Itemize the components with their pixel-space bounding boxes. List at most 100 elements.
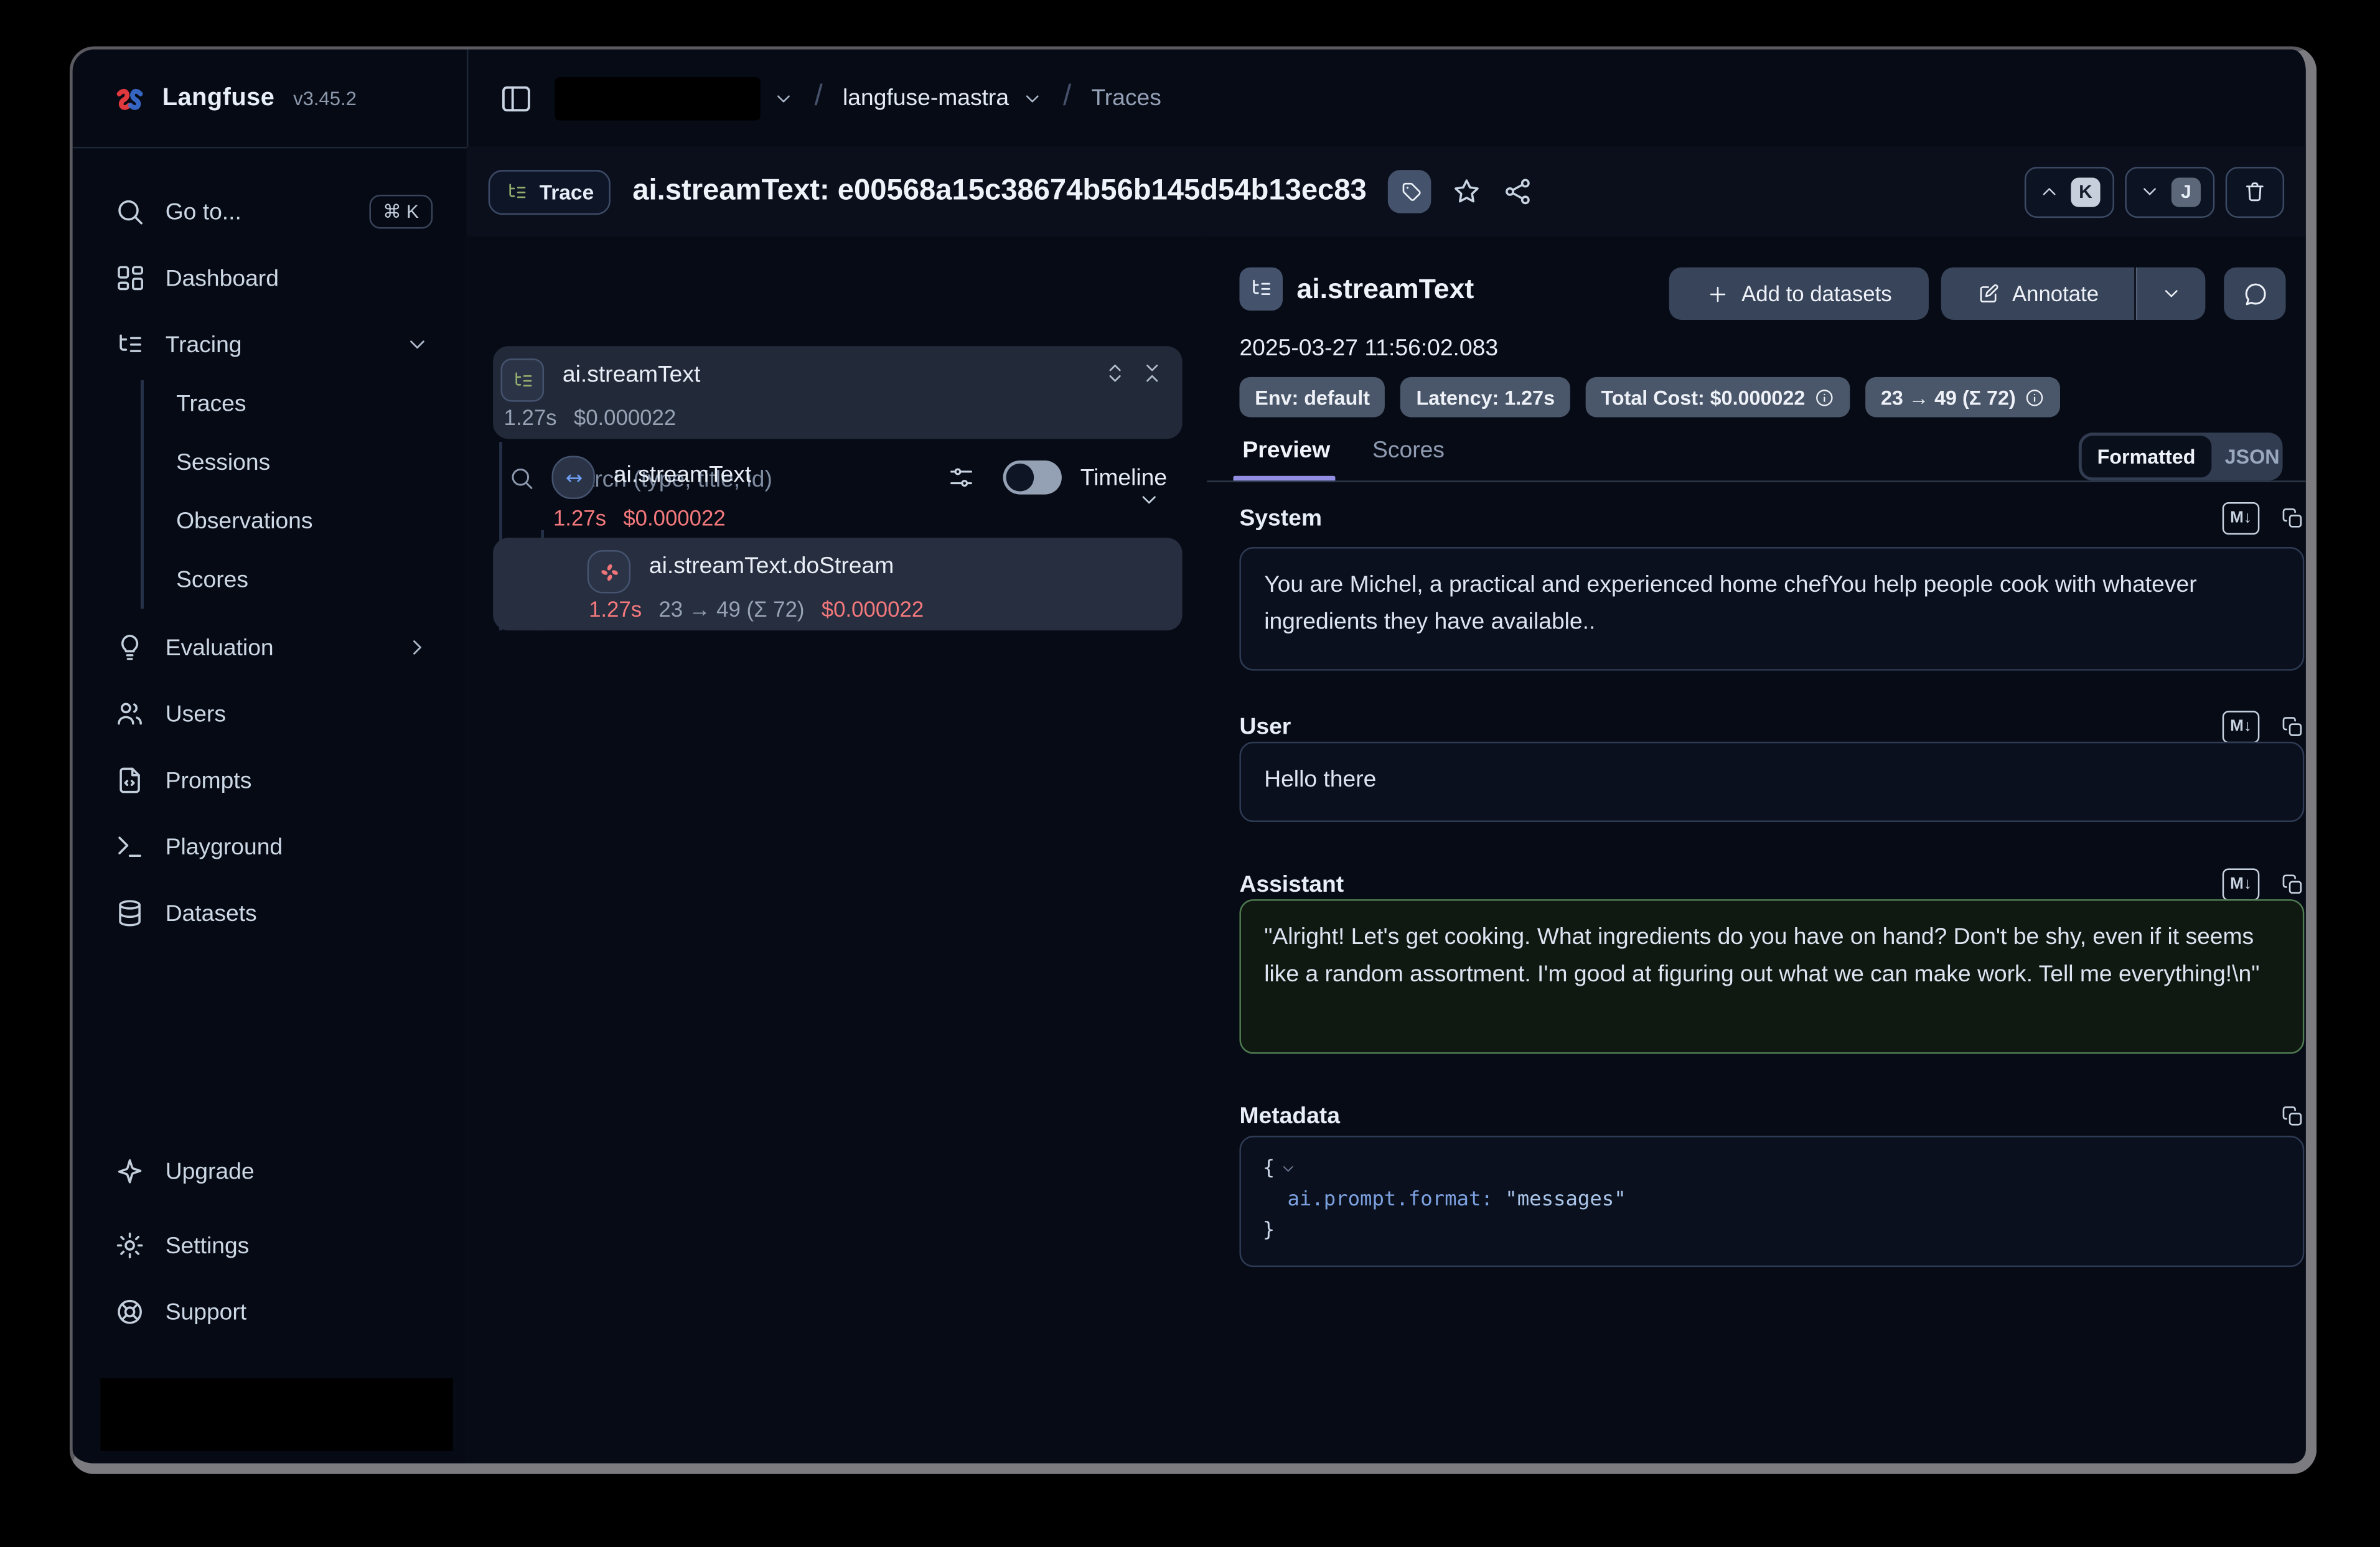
tree-node-span[interactable]: ai.streamText 1.27s $0.000022 <box>493 445 1182 536</box>
dashboard-icon <box>115 263 146 294</box>
copy-icon[interactable] <box>2281 714 2304 737</box>
node-duration: 1.27s <box>553 505 606 530</box>
sidebar-item-datasets[interactable]: Datasets <box>91 886 449 941</box>
prev-trace-button[interactable]: K <box>2025 166 2114 217</box>
user-section-header: User M↓ <box>1239 709 2304 744</box>
breadcrumb-separator: / <box>815 80 823 114</box>
markdown-toggle-icon[interactable]: M↓ <box>2223 867 2260 900</box>
latency-badge: Latency: 1.27s <box>1401 377 1570 418</box>
markdown-toggle-icon[interactable]: M↓ <box>2223 502 2260 534</box>
gear-icon <box>115 1230 146 1261</box>
json-open-brace: { <box>1263 1157 1275 1180</box>
tree-fold-controls <box>1103 362 1164 385</box>
json-value: "messages" <box>1505 1189 1626 1212</box>
add-to-datasets-button[interactable]: Add to datasets <box>1669 268 1929 320</box>
chevron-down-icon <box>405 332 430 357</box>
redacted-user-block <box>100 1378 452 1451</box>
comment-bubble-icon <box>2242 281 2268 307</box>
sparkle-icon <box>115 1156 146 1187</box>
panel-left-toggle-icon[interactable] <box>499 81 533 115</box>
edit-pen-icon <box>1977 282 2000 305</box>
info-icon[interactable] <box>1814 387 1834 407</box>
share-icon[interactable] <box>1502 176 1534 207</box>
format-option-json[interactable]: JSON <box>2211 445 2293 468</box>
sidebar-item-upgrade[interactable]: Upgrade <box>91 1144 449 1199</box>
badge-label: 23 → 49 (Σ 72) <box>1881 386 2016 409</box>
node-cost: $0.000022 <box>822 596 924 621</box>
terminal-icon <box>115 831 146 862</box>
format-option-formatted[interactable]: Formatted <box>2082 436 2211 477</box>
add-to-datasets-label: Add to datasets <box>1741 281 1892 306</box>
breadcrumb-project[interactable]: langfuse-mastra <box>843 85 1009 111</box>
sidebar-item-label: Scores <box>176 566 248 592</box>
app-window: Langfuse v3.45.2 Go to... ⌘ K Dashboard … <box>70 46 2317 1474</box>
copy-icon[interactable] <box>2281 506 2304 529</box>
sidebar-item-support[interactable]: Support <box>91 1284 449 1339</box>
trace-header: Trace ai.streamText: e00568a15c38674b56b… <box>467 147 2306 238</box>
assistant-message-box: "Alright! Let's get cooking. What ingred… <box>1239 899 2304 1054</box>
sidebar-item-dashboard[interactable]: Dashboard <box>91 250 449 306</box>
tree-node-label: ai.streamText.doStream <box>649 553 894 579</box>
plus-icon <box>1706 282 1729 305</box>
token-usage-badge: 23 → 49 (Σ 72) <box>1865 377 2061 418</box>
sidebar-item-label: Traces <box>176 390 246 416</box>
annotate-label: Annotate <box>2012 281 2099 306</box>
trace-title: ai.streamText: e00568a15c38674b56b145d54… <box>632 175 1366 209</box>
star-icon[interactable] <box>1451 176 1483 207</box>
badge-label: Latency: 1.27s <box>1417 386 1555 409</box>
node-cost: $0.000022 <box>574 405 676 430</box>
sidebar-item-evaluation[interactable]: Evaluation <box>91 620 449 675</box>
sidebar-item-prompts[interactable]: Prompts <box>91 752 449 808</box>
tab-scores[interactable]: Scores <box>1372 437 1445 464</box>
prev-key-badge: K <box>2071 177 2100 206</box>
redacted-org-name[interactable] <box>555 77 760 120</box>
next-key-badge: J <box>2172 177 2201 206</box>
user-message-box: Hello there <box>1239 742 2304 822</box>
markdown-toggle-icon[interactable]: M↓ <box>2223 710 2260 742</box>
langfuse-logo-icon <box>113 81 147 115</box>
observation-detail-panel: ai.streamText Add to datasets Annotate 2… <box>1207 236 2305 1464</box>
sidebar-item-label: Upgrade <box>166 1158 255 1184</box>
unfold-all-icon[interactable] <box>1103 362 1127 385</box>
sidebar-item-label: Playground <box>166 834 283 860</box>
delete-trace-button[interactable] <box>2226 166 2284 217</box>
total-cost-badge: Total Cost: $0.000022 <box>1586 377 1850 418</box>
goto-label: Go to... <box>166 199 241 225</box>
list-tree-icon <box>115 329 146 360</box>
sidebar-item-label: Users <box>166 701 226 727</box>
tab-preview[interactable]: Preview <box>1242 437 1330 464</box>
sidebar-item-users[interactable]: Users <box>91 686 449 742</box>
metadata-json-box: { ai.prompt.format: "messages" } <box>1239 1136 2304 1267</box>
chevron-down-icon[interactable] <box>773 87 795 109</box>
comment-button[interactable] <box>2224 268 2285 320</box>
metadata-section-header: Metadata <box>1239 1098 2304 1133</box>
logo-row: Langfuse v3.45.2 <box>73 49 467 148</box>
sidebar-item-playground[interactable]: Playground <box>91 819 449 874</box>
goto-search-button[interactable]: Go to... ⌘ K <box>91 184 449 239</box>
tags-button[interactable] <box>1389 170 1432 213</box>
sidebar-item-settings[interactable]: Settings <box>91 1218 449 1273</box>
chevron-down-icon[interactable] <box>1138 488 1161 512</box>
fold-all-icon[interactable] <box>1141 362 1164 385</box>
annotate-button[interactable]: Annotate <box>1941 268 2134 320</box>
copy-icon[interactable] <box>2281 872 2304 895</box>
next-trace-button[interactable]: J <box>2125 166 2214 217</box>
node-duration: 1.27s <box>589 596 642 621</box>
info-icon[interactable] <box>2025 387 2045 407</box>
copy-icon[interactable] <box>2281 1104 2304 1127</box>
chevron-down-icon[interactable] <box>1021 87 1043 109</box>
chevron-down-icon <box>2160 283 2182 304</box>
section-role-label: Assistant <box>1239 871 1344 897</box>
sidebar-item-label: Observations <box>176 508 312 534</box>
annotate-dropdown-button[interactable] <box>2136 268 2206 320</box>
sidebar-item-tracing[interactable]: Tracing <box>91 317 449 372</box>
tree-node-generation-selected[interactable]: ai.streamText.doStream 1.27s 23 → 49 (Σ … <box>493 538 1182 630</box>
env-badge: Env: default <box>1239 377 1385 418</box>
badge-label: Total Cost: $0.000022 <box>1601 386 1806 409</box>
screen: Langfuse v3.45.2 Go to... ⌘ K Dashboard … <box>0 0 2380 1547</box>
tree-node-root-trace[interactable]: ai.streamText 1.27s $0.000022 <box>493 346 1182 439</box>
section-role-label: System <box>1239 505 1322 531</box>
list-tree-icon <box>511 368 534 391</box>
search-icon <box>115 196 146 227</box>
json-collapse-chevron[interactable] <box>1280 1161 1296 1177</box>
